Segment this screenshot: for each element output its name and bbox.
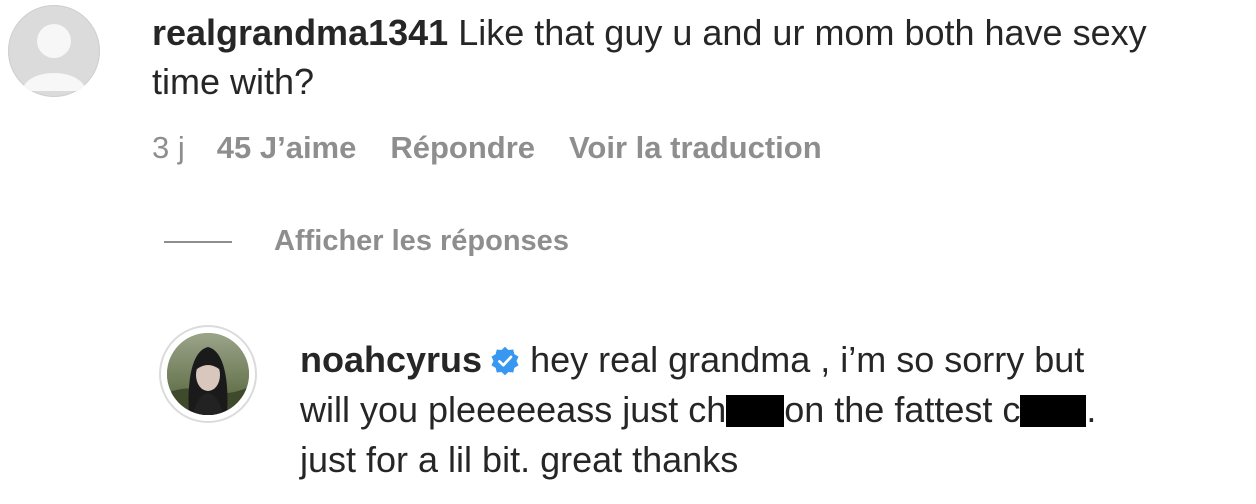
verified-badge-icon [491, 346, 519, 376]
reply-text-line-3: just for a lil bit. great thanks [300, 439, 739, 480]
reply-text-line-1: hey real grandma , i’m so sorry but [530, 339, 1085, 380]
view-replies-label: Afficher les réponses [274, 225, 569, 257]
redaction-box [1020, 395, 1087, 427]
redaction-box [726, 395, 785, 427]
comment-text-block: realgrandma1341 Like that guy u and ur m… [152, 8, 1212, 106]
reply-button[interactable]: Répondre [390, 130, 535, 166]
default-avatar[interactable] [8, 5, 100, 97]
reply-avatar[interactable] [159, 325, 257, 423]
profile-photo [167, 333, 249, 415]
view-replies-toggle[interactable]: Afficher les réponses [164, 225, 569, 258]
user-silhouette-icon [22, 24, 86, 91]
see-translation-button[interactable]: Voir la traduction [569, 130, 822, 166]
reply-text-part-a: will you pleeeeeass just ch [300, 389, 727, 430]
likes-count-button[interactable]: 45 J’aime [217, 130, 357, 166]
reply-username[interactable]: noahcyrus [300, 339, 482, 380]
comment-meta-row: 3 j 45 J’aime Répondre Voir la traductio… [152, 130, 822, 166]
replies-divider-line [164, 240, 232, 243]
comment-timestamp[interactable]: 3 j [152, 130, 185, 166]
reply-text-part-b: on the fattest c [784, 389, 1021, 430]
reply-text-block: noahcyrus hey real grandma , i’m so sorry… [300, 335, 1220, 485]
reply-text-part-c: . [1086, 389, 1097, 430]
comment-username[interactable]: realgrandma1341 [152, 12, 448, 53]
